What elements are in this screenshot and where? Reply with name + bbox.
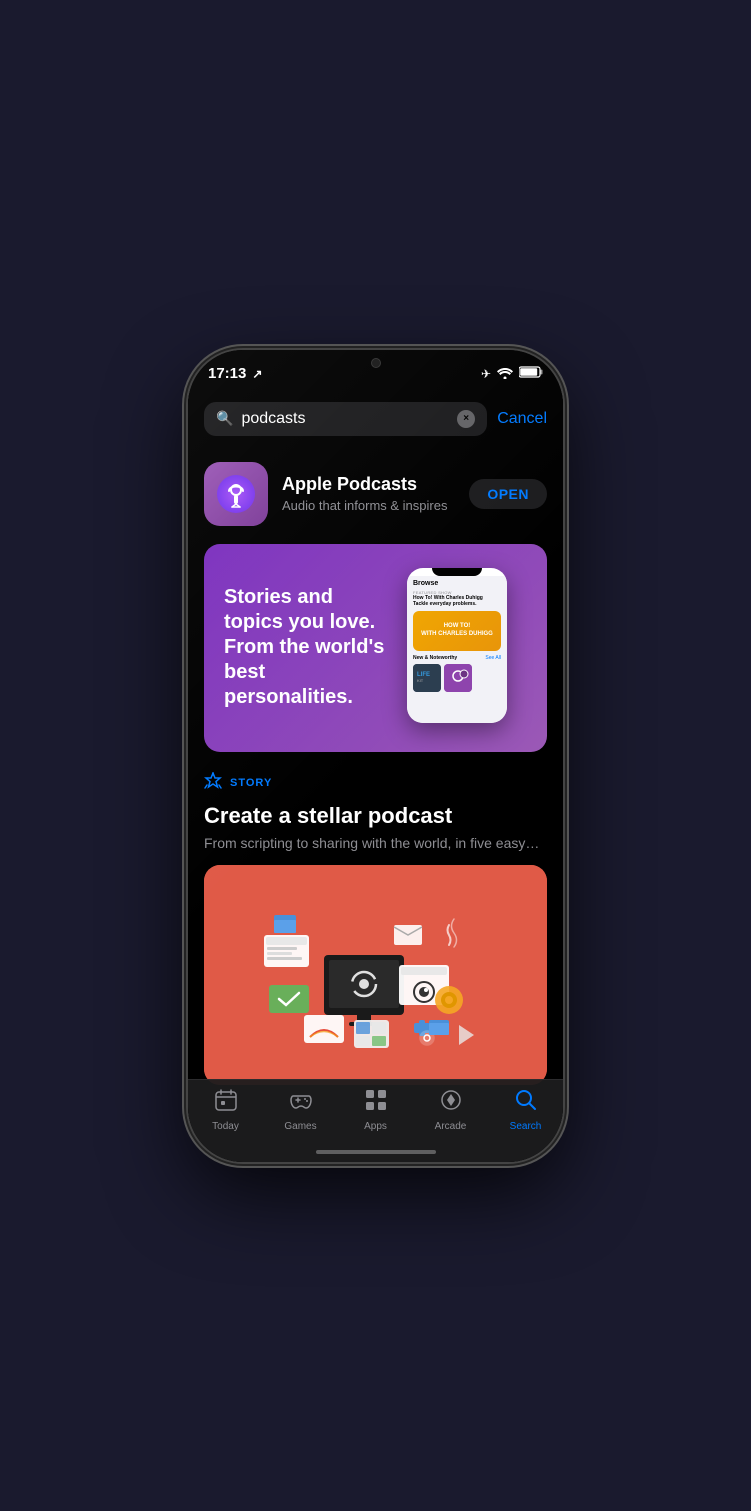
camera-dot [371,358,381,368]
search-bar[interactable]: 🔍 podcasts × [204,402,487,436]
screen-content: 🔍 podcasts × Cancel [188,394,563,1162]
mock-featured-show: How To! With Charles DuhiggTackle everyd… [413,595,501,608]
airplane-icon: ✈ [481,367,491,381]
arcade-icon [439,1088,463,1118]
story-illustration [204,865,547,1085]
story-title: Create a stellar podcast [204,803,547,829]
appstore-icon [204,772,222,795]
tab-games[interactable]: Games [263,1088,338,1132]
app-name: Apple Podcasts [282,474,455,495]
status-icons: ✈ [481,362,543,382]
status-time: 17:13 ↗ [208,361,262,382]
mock-thumb-2 [444,664,472,692]
search-tab-icon [514,1088,538,1118]
search-clear-button[interactable]: × [457,410,475,428]
app-icon-podcasts [204,462,268,526]
search-icon: 🔍 [216,410,233,427]
mock-new-row: New & Noteworthy See All [413,655,501,661]
scroll-area[interactable]: Apple Podcasts Audio that informs & insp… [188,448,563,1133]
tab-arcade[interactable]: Arcade [413,1088,488,1132]
story-label-row: STORY [204,772,547,795]
battery-icon [519,366,543,381]
phone-frame: 17:13 ↗ ✈ [188,350,563,1162]
mock-phone: Browse FEATURED SHOW How To! With Charle… [407,568,507,723]
tab-apps[interactable]: Apps [338,1088,413,1132]
story-section: STORY Create a stellar podcast From scri… [188,752,563,1093]
notch [296,350,456,380]
mock-see-all: See All [485,655,501,661]
mock-thumbnails: LIFE KIT [413,664,501,692]
story-tag: STORY [230,777,272,789]
promo-headline: Stories and topics you love. From the wo… [224,585,387,710]
story-image[interactable] [204,865,547,1085]
open-button[interactable]: OPEN [469,479,547,509]
app-subtitle: Audio that informs & inspires [282,498,455,513]
tab-today-label: Today [212,1121,239,1132]
games-icon [289,1088,313,1118]
promo-banner[interactable]: Stories and topics you love. From the wo… [204,544,547,752]
tab-arcade-label: Arcade [435,1121,467,1132]
apps-icon [364,1088,388,1118]
mock-howto-text: HOW TO!WITH CHARLES DUHIGG [421,623,493,637]
wifi-icon [497,366,513,382]
promo-phone-mockup: Browse FEATURED SHOW How To! With Charle… [387,568,527,728]
tab-apps-label: Apps [364,1121,387,1132]
mock-browse-title: Browse [413,580,501,587]
mock-phone-notch [432,568,482,576]
mock-howto-card: HOW TO!WITH CHARLES DUHIGG [413,611,501,651]
today-icon [214,1088,238,1118]
mock-content: Browse FEATURED SHOW How To! With Charle… [407,576,507,723]
search-query[interactable]: podcasts [241,410,449,428]
tab-search-label: Search [510,1121,542,1132]
location-icon: ↗ [252,367,262,381]
svg-text:KIT: KIT [417,678,424,683]
app-info: Apple Podcasts Audio that informs & insp… [282,474,455,513]
tab-search[interactable]: Search [488,1088,563,1132]
tab-today[interactable]: Today [188,1088,263,1132]
cancel-button[interactable]: Cancel [497,410,547,428]
promo-text: Stories and topics you love. From the wo… [224,585,387,710]
story-subtitle: From scripting to sharing with the world… [204,835,547,851]
mock-thumb-1: LIFE KIT [413,664,441,692]
app-result-row: Apple Podcasts Audio that informs & insp… [188,448,563,540]
home-indicator [316,1150,436,1154]
search-bar-container: 🔍 podcasts × Cancel [188,394,563,448]
tab-games-label: Games [284,1121,316,1132]
mock-new-label: New & Noteworthy [413,655,457,661]
